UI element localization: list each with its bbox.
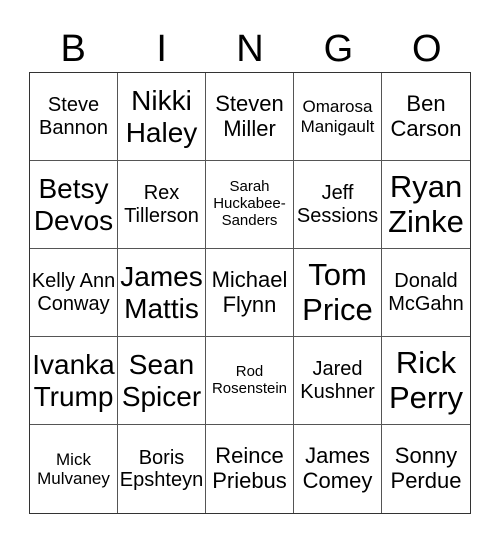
bingo-cell-label: Rick Perry [388,344,464,415]
bingo-cell-label: Tom Price [302,256,373,327]
bingo-cell[interactable]: Rod Rosenstein [206,337,294,425]
bingo-cell-label: Betsy Devos [33,173,114,236]
bingo-cell-label: Steve Bannon [39,94,108,139]
bingo-cell-label: Omarosa Manigault [300,97,375,136]
bingo-cell[interactable]: Sean Spicer [118,337,206,425]
bingo-cell[interactable]: Donald McGahn [382,249,470,337]
bingo-cell-label: James Comey [302,443,373,493]
header-letter-g: G [323,28,354,70]
bingo-cell[interactable]: Jeff Sessions [294,161,382,249]
bingo-cell-label: Steven Miller [215,90,284,141]
bingo-cell[interactable]: Mick Mulvaney [30,425,118,513]
bingo-cell[interactable]: Ben Carson [382,73,470,161]
bingo-cell[interactable]: Sarah Huckabee-Sanders [206,161,294,249]
bingo-cell[interactable]: Steve Bannon [30,73,118,161]
bingo-cell[interactable]: Boris Epshteyn [118,425,206,513]
bingo-cell[interactable]: Michael Flynn [206,249,294,337]
bingo-cell[interactable]: Ivanka Trump [30,337,118,425]
bingo-cell-label: James Mattis [120,261,203,324]
bingo-cell[interactable]: Sonny Perdue [382,425,470,513]
bingo-cell-label: Sonny Perdue [390,443,462,493]
bingo-cell[interactable]: Reince Priebus [206,425,294,513]
bingo-cell-label: Jeff Sessions [296,182,379,227]
bingo-cell-label: Mick Mulvaney [37,449,110,488]
bingo-cell[interactable]: Omarosa Manigault [294,73,382,161]
bingo-cell[interactable]: Ryan Zinke [382,161,470,249]
bingo-grid: Steve Bannon Nikki Haley Steven Miller Omar… [29,72,471,514]
bingo-cell-label: Rex Tillerson [124,182,199,227]
bingo-cell-label: Rod Rosenstein [211,362,288,397]
bingo-cell[interactable]: Nikki Haley [118,73,206,161]
bingo-cell-label: Sean Spicer [121,349,202,412]
bingo-cell-label: Ryan Zinke [388,168,464,239]
bingo-cell-label: Michael Flynn [211,266,288,317]
bingo-cell[interactable]: Tom Price [294,249,382,337]
bingo-cell[interactable]: Steven Miller [206,73,294,161]
bingo-cell[interactable]: James Mattis [118,249,206,337]
bingo-cell-label: Ivanka Trump [32,349,115,412]
bingo-cell[interactable]: James Comey [294,425,382,513]
bingo-cell[interactable]: Betsy Devos [30,161,118,249]
bingo-cell-label: Boris Epshteyn [119,446,204,491]
header-letter-i: I [156,28,167,70]
bingo-cell-label: Sarah Huckabee-Sanders [213,178,286,229]
bingo-cell-label: Ben Carson [390,90,462,141]
bingo-cell-label: Kelly Ann Conway [31,270,116,315]
header-letter-o: O [412,28,442,70]
bingo-cell-label: Reince Priebus [212,443,287,493]
header-letter-n: N [236,28,264,70]
bingo-cell[interactable]: Rex Tillerson [118,161,206,249]
bingo-cell[interactable]: Rick Perry [382,337,470,425]
bingo-cell-label: Jared Kushner [300,358,375,403]
bingo-cell-label: Nikki Haley [125,85,198,148]
bingo-cell[interactable]: Jared Kushner [294,337,382,425]
bingo-cell-label: Donald McGahn [388,270,464,315]
bingo-header: B I N G O [29,26,471,72]
bingo-cell[interactable]: Kelly Ann Conway [30,249,118,337]
header-letter-b: B [60,28,86,70]
